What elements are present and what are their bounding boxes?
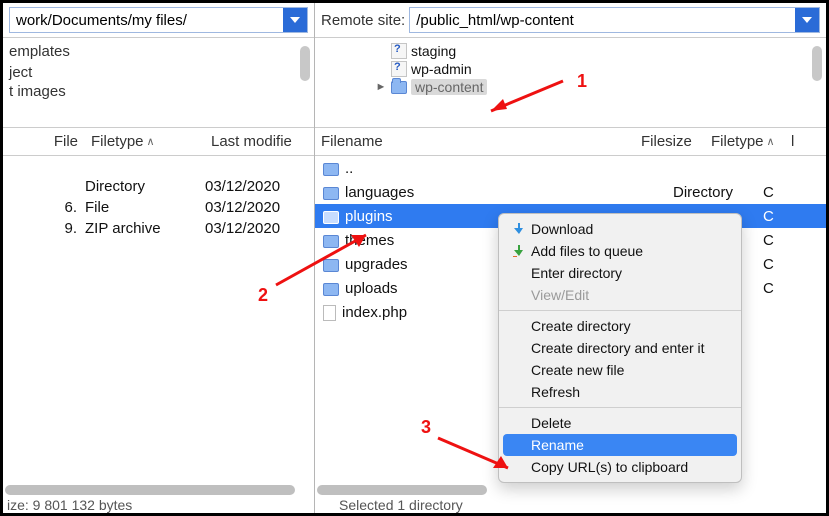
ctx-create-directory-enter[interactable]: Create directory and enter it <box>499 337 741 359</box>
tree-item-label: staging <box>411 43 456 59</box>
col-filename[interactable]: Filename <box>315 128 635 155</box>
download-queue-icon <box>513 245 525 257</box>
ctx-delete[interactable]: Delete <box>499 412 741 434</box>
folder-unknown-icon <box>391 43 407 59</box>
cell-last-modified: C <box>763 184 783 201</box>
cell-filetype: ZIP archive <box>85 220 205 237</box>
cell-last-modified: C <box>763 208 783 225</box>
cell-last-modified: 03/12/2020 <box>205 178 314 195</box>
scrollbar-thumb[interactable] <box>300 46 310 81</box>
tree-item[interactable]: t images <box>7 82 310 101</box>
local-path-bar <box>3 3 314 38</box>
local-path-dropdown-button[interactable] <box>283 8 307 32</box>
document-icon <box>323 305 336 321</box>
tree-item[interactable]: staging <box>375 42 822 60</box>
cell-last-modified: C <box>763 280 783 297</box>
ctx-refresh[interactable]: Refresh <box>499 381 741 403</box>
ctx-rename[interactable]: Rename <box>503 434 737 456</box>
ctx-download[interactable]: Download <box>499 218 741 240</box>
ctx-copy-url[interactable]: Copy URL(s) to clipboard <box>499 456 741 478</box>
cell-file: 6. <box>3 199 85 216</box>
local-status-text: ize: 9 801 132 bytes <box>3 497 136 513</box>
folder-icon <box>323 163 339 176</box>
cell-filetype: Directory <box>673 184 763 201</box>
sort-asc-icon: ∧ <box>147 135 155 148</box>
folder-icon <box>391 81 407 94</box>
context-menu: Download Add files to queue Enter direct… <box>498 213 742 483</box>
local-path-input[interactable] <box>10 8 283 32</box>
download-icon <box>513 223 525 235</box>
annotation-label-2: 2 <box>258 285 268 306</box>
cell-filetype: File <box>85 199 205 216</box>
annotation-label-3: 3 <box>421 417 431 438</box>
annotation-label-1: 1 <box>577 71 587 92</box>
chevron-down-icon <box>802 15 812 25</box>
sort-asc-icon: ∧ <box>767 135 775 148</box>
cell-last-modified: C <box>763 232 783 249</box>
local-file-listing[interactable]: Directory 03/12/20206. File 03/12/20209.… <box>3 156 314 513</box>
tree-item-label: wp-admin <box>411 61 472 77</box>
ctx-enter-directory[interactable]: Enter directory <box>499 262 741 284</box>
cell-file: 9. <box>3 220 85 237</box>
cell-file <box>3 178 85 195</box>
remote-path-input[interactable] <box>410 8 795 32</box>
scrollbar-thumb[interactable] <box>812 46 822 81</box>
horizontal-scrollbar[interactable] <box>317 485 487 495</box>
ctx-create-file[interactable]: Create new file <box>499 359 741 381</box>
remote-path-field[interactable] <box>409 7 820 33</box>
ctx-add-queue[interactable]: Add files to queue <box>499 240 741 262</box>
remote-columns-header[interactable]: Filename Filesize Filetype ∧ l <box>315 128 826 156</box>
col-last[interactable]: l <box>785 128 826 155</box>
local-pane: emplates ject t images File Filetype ∧ L… <box>3 3 315 513</box>
table-row[interactable]: 9. ZIP archive 03/12/2020 <box>3 218 314 239</box>
annotation-arrow-1 <box>473 71 573 121</box>
annotation-arrow-2 <box>271 225 391 295</box>
tree-item[interactable]: ►wp-content <box>375 78 822 96</box>
folder-icon <box>323 211 339 224</box>
table-row[interactable]: languages Directory C <box>315 180 826 204</box>
local-path-field[interactable] <box>9 7 308 33</box>
cell-last-modified: C <box>763 256 783 273</box>
remote-status-text: Selected 1 directory <box>335 497 467 513</box>
table-row[interactable]: 6. File 03/12/2020 <box>3 197 314 218</box>
separator <box>499 407 741 408</box>
cell-filename: languages <box>323 184 623 201</box>
tree-item[interactable]: wp-admin <box>375 60 822 78</box>
local-columns-header[interactable]: File Filetype ∧ Last modifie <box>3 128 314 156</box>
remote-path-dropdown-button[interactable] <box>795 8 819 32</box>
col-filesize[interactable]: Filesize <box>635 128 705 155</box>
annotation-arrow-3 <box>433 428 533 478</box>
table-row[interactable]: Directory 03/12/2020 <box>3 176 314 197</box>
ctx-view-edit: View/Edit <box>499 284 741 306</box>
cell-filetype: Directory <box>85 178 205 195</box>
separator <box>499 310 741 311</box>
ctx-create-directory[interactable]: Create directory <box>499 315 741 337</box>
folder-icon <box>323 187 339 200</box>
remote-path-bar: Remote site: <box>315 3 826 38</box>
cell-filename: .. <box>323 160 623 177</box>
chevron-down-icon <box>290 15 300 25</box>
folder-unknown-icon <box>391 61 407 77</box>
tree-item[interactable]: ject <box>7 63 310 82</box>
tree-item[interactable]: emplates <box>7 42 310 61</box>
col-last-modified[interactable]: Last modifie <box>205 128 314 155</box>
remote-site-label: Remote site: <box>321 12 405 29</box>
horizontal-scrollbar[interactable] <box>5 485 295 495</box>
col-file[interactable]: File <box>3 128 85 155</box>
col-filetype[interactable]: Filetype ∧ <box>705 128 785 155</box>
cell-last-modified: 03/12/2020 <box>205 199 314 216</box>
table-row[interactable]: .. <box>315 156 826 180</box>
col-filetype[interactable]: Filetype ∧ <box>85 128 205 155</box>
local-tree[interactable]: emplates ject t images <box>3 38 314 128</box>
expander-icon[interactable]: ► <box>375 81 387 93</box>
